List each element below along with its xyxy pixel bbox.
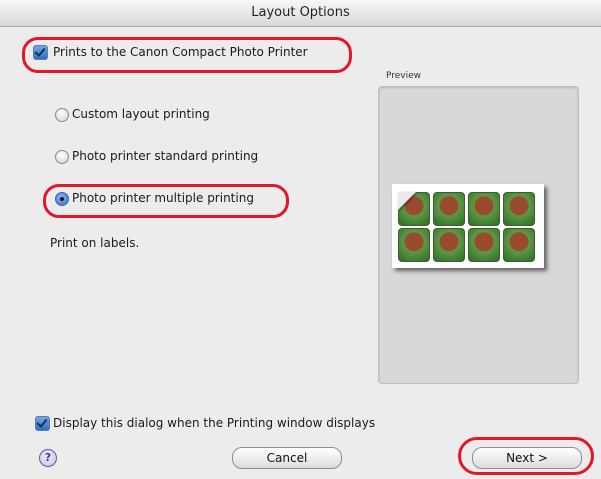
help-icon[interactable]: ? xyxy=(39,449,57,467)
preview-label: Preview xyxy=(386,71,422,81)
radio-custom-layout-label[interactable]: Custom layout printing xyxy=(72,107,210,121)
radio-multiple-printing-label[interactable]: Photo printer multiple printing xyxy=(72,191,254,205)
preview-thumb xyxy=(468,192,500,226)
printer-checkbox-label[interactable]: Prints to the Canon Compact Photo Printe… xyxy=(53,45,308,59)
preview-thumb xyxy=(433,228,465,262)
preview-thumb xyxy=(398,228,430,262)
preview-thumb xyxy=(503,192,535,226)
preview-thumb xyxy=(468,228,500,262)
next-button[interactable]: Next > xyxy=(472,447,582,469)
radio-standard-printing[interactable] xyxy=(55,150,69,164)
printer-checkbox[interactable] xyxy=(33,45,48,60)
radio-standard-printing-label[interactable]: Photo printer standard printing xyxy=(72,149,258,163)
display-dialog-checkbox-label[interactable]: Display this dialog when the Printing wi… xyxy=(53,416,375,430)
preview-thumb xyxy=(433,192,465,226)
radio-custom-layout[interactable] xyxy=(55,108,69,122)
radio-multiple-printing[interactable] xyxy=(55,192,69,206)
preview-thumb xyxy=(503,228,535,262)
cancel-button[interactable]: Cancel xyxy=(232,447,342,469)
display-dialog-checkbox[interactable] xyxy=(35,416,50,431)
peeled-label-corner xyxy=(398,192,416,210)
layout-description: Print on labels. xyxy=(50,236,140,250)
dialog-title: Layout Options xyxy=(0,0,601,27)
